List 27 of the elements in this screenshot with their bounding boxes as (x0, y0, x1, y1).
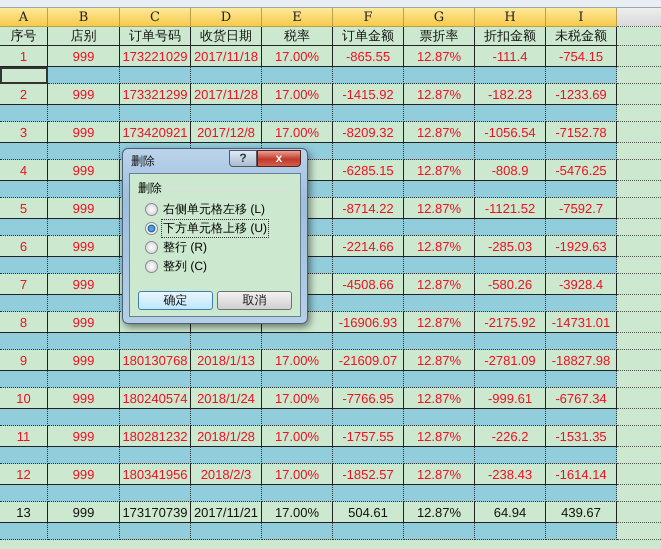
column-header[interactable]: C (120, 8, 191, 27)
column-header[interactable]: D (191, 8, 262, 27)
group-label: 删除 (138, 180, 162, 197)
column-header[interactable]: H (475, 8, 546, 27)
column-header[interactable]: B (48, 8, 120, 27)
table-header-cell: 订单金额 (333, 27, 404, 46)
column-header[interactable]: A (0, 8, 48, 27)
close-button[interactable]: x (257, 150, 301, 166)
column-header[interactable]: I (546, 8, 617, 27)
column-header[interactable]: G (404, 8, 475, 27)
table-header-cell: 店别 (48, 27, 120, 46)
cancel-button[interactable]: 取消 (217, 291, 292, 310)
option-label[interactable]: 右侧单元格左移 (L) (161, 200, 267, 219)
option-label[interactable]: 整行 (R) (161, 238, 209, 257)
column-header[interactable]: E (262, 8, 333, 27)
table-header-cell: 折扣金额 (475, 27, 546, 46)
table-header-cell: 收货日期 (191, 27, 262, 46)
dialog-title: 删除 (130, 152, 156, 170)
table-header-cell: 订单号码 (120, 27, 191, 46)
option-label[interactable]: 整列 (C) (161, 257, 209, 276)
ok-button[interactable]: 确定 (138, 291, 213, 310)
table-header-cell: 票折率 (404, 27, 475, 46)
help-button[interactable]: ? (229, 150, 257, 166)
option-label[interactable]: 下方单元格上移 (U) (161, 219, 269, 238)
column-header[interactable]: F (333, 8, 404, 27)
table-header-cell: 税率 (262, 27, 333, 46)
table-header-cell: 序号 (0, 27, 48, 46)
